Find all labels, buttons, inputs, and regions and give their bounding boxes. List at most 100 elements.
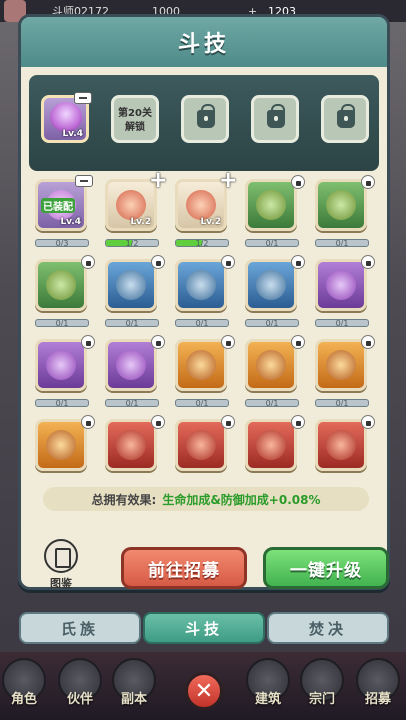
lock-icon: [151, 255, 165, 269]
skill-progress-bar: 0/1: [35, 399, 89, 407]
skill-card[interactable]: [245, 415, 305, 479]
skill-art-icon: [256, 430, 286, 460]
lock-icon: [81, 335, 95, 349]
skill-card[interactable]: 0/1: [105, 255, 165, 339]
equipped-badge: 已装配: [41, 198, 75, 213]
skill-tile[interactable]: [175, 419, 227, 471]
equipped-skill-slot[interactable]: Lv.4: [41, 92, 92, 143]
equipped-slots-row: Lv.4 第20关 解锁: [29, 75, 379, 171]
skill-card[interactable]: 0/1: [245, 255, 305, 339]
skill-tile[interactable]: [245, 179, 297, 231]
skill-progress-bar: 0/1: [35, 319, 89, 327]
skill-card[interactable]: 0/1: [315, 335, 375, 419]
lock-icon: [221, 255, 235, 269]
skill-tile[interactable]: [35, 419, 87, 471]
skill-art-icon: [326, 270, 356, 300]
lock-icon: [221, 415, 235, 429]
slot-unlock-requirement[interactable]: 第20关 解锁: [111, 95, 159, 143]
skill-card[interactable]: 0/1: [315, 175, 375, 259]
one-click-upgrade-button[interactable]: 一键升级: [263, 547, 389, 589]
nav-item[interactable]: 招募: [354, 658, 402, 707]
skill-card[interactable]: 0/1: [105, 335, 165, 419]
unequip-minus-icon[interactable]: [74, 92, 92, 104]
skill-tile[interactable]: [175, 339, 227, 391]
skill-card[interactable]: [105, 415, 165, 479]
skill-card[interactable]: 0/1: [315, 255, 375, 339]
progress-text: 0/1: [265, 319, 279, 327]
nav-item[interactable]: 角色: [0, 658, 48, 707]
skill-grid[interactable]: 已装配 Lv.4 0/3 Lv.2 +1/2 Lv.2 +1/2 0/1 0/1 0/1 0/1 0/…: [31, 169, 377, 479]
slot-level: Lv.4: [62, 129, 83, 139]
nav-label: 宗门: [308, 692, 335, 707]
skill-tile[interactable]: [35, 259, 87, 311]
progress-text: 0/1: [55, 399, 69, 407]
nav-item[interactable]: 伙伴: [56, 658, 104, 707]
skill-tile[interactable]: [35, 339, 87, 391]
skill-art-icon: [326, 430, 356, 460]
nav-item[interactable]: 宗门: [298, 658, 346, 707]
nav-label: 伙伴: [66, 692, 93, 707]
skill-card[interactable]: 已装配 Lv.4 0/3: [35, 175, 93, 259]
locked-slot[interactable]: [251, 95, 299, 143]
skill-progress-bar: 0/1: [315, 399, 369, 407]
progress-text: 1/2: [195, 239, 209, 247]
skill-art-icon: [46, 270, 76, 300]
skills-panel: 斗技 Lv.4 第20关 解锁 已装配 Lv.4 0/3 Lv.2 +1/2 Lv.2 +1/2…: [18, 14, 390, 590]
skill-card[interactable]: 0/1: [175, 255, 235, 339]
progress-text: 0/1: [265, 239, 279, 247]
skill-card[interactable]: Lv.2 +1/2: [105, 170, 167, 259]
lock-icon: [291, 175, 305, 189]
skill-card[interactable]: 0/1: [245, 335, 305, 419]
skill-card[interactable]: 0/1: [35, 335, 95, 419]
lock-icon: [81, 255, 95, 269]
skill-progress-bar: 1/2: [105, 239, 159, 247]
skill-tile[interactable]: [105, 259, 157, 311]
skill-tile[interactable]: [175, 259, 227, 311]
skill-tile[interactable]: [315, 419, 367, 471]
tab-skills[interactable]: 斗技: [143, 612, 265, 644]
lock-icon: [361, 335, 375, 349]
nav-item[interactable]: 建筑: [244, 658, 292, 707]
skill-progress-bar: 0/1: [175, 399, 229, 407]
skill-card[interactable]: 0/1: [245, 175, 305, 259]
skill-tile[interactable]: [315, 259, 367, 311]
skill-tile[interactable]: [245, 339, 297, 391]
skill-card[interactable]: 0/1: [35, 255, 95, 339]
skill-card[interactable]: 0/1: [175, 335, 235, 419]
lock-icon: [267, 104, 285, 128]
plus-icon[interactable]: +: [219, 170, 237, 192]
skill-card[interactable]: [315, 415, 375, 479]
tab-clan[interactable]: 氏族: [19, 612, 141, 644]
nav-label: 建筑: [254, 692, 281, 707]
skill-tile[interactable]: [315, 179, 367, 231]
nav-item[interactable]: 副本: [110, 658, 158, 707]
lock-icon: [151, 415, 165, 429]
codex-button[interactable]: 图鉴: [41, 539, 81, 590]
skill-card[interactable]: [35, 415, 95, 479]
skill-tile[interactable]: [105, 339, 157, 391]
skill-card[interactable]: Lv.2 +1/2: [175, 170, 237, 259]
progress-text: 0/1: [195, 319, 209, 327]
lock-icon: [291, 255, 305, 269]
codex-label: 图鉴: [50, 577, 72, 590]
effect-label: 总拥有效果:: [91, 492, 157, 507]
close-button[interactable]: ✕: [185, 672, 223, 710]
skill-card[interactable]: [175, 415, 235, 479]
go-recruit-button[interactable]: 前往招募: [121, 547, 247, 589]
lock-icon: [197, 104, 215, 128]
skill-level: Lv.2: [130, 217, 151, 227]
lock-icon: [151, 335, 165, 349]
skill-art-icon: [116, 430, 146, 460]
tab-fenjue[interactable]: 焚决: [267, 612, 389, 644]
unequip-minus-icon[interactable]: [75, 175, 93, 187]
skill-tile[interactable]: [105, 419, 157, 471]
plus-icon[interactable]: +: [149, 170, 167, 192]
unlock-text: 解锁: [125, 122, 145, 133]
total-effect-bar: 总拥有效果: 生命加成&防御加成+0.08%: [43, 487, 369, 511]
skill-tile[interactable]: [245, 419, 297, 471]
skill-tile[interactable]: [315, 339, 367, 391]
skill-tile[interactable]: [245, 259, 297, 311]
locked-slot[interactable]: [321, 95, 369, 143]
skill-progress-bar: 0/3: [35, 239, 89, 247]
locked-slot[interactable]: [181, 95, 229, 143]
